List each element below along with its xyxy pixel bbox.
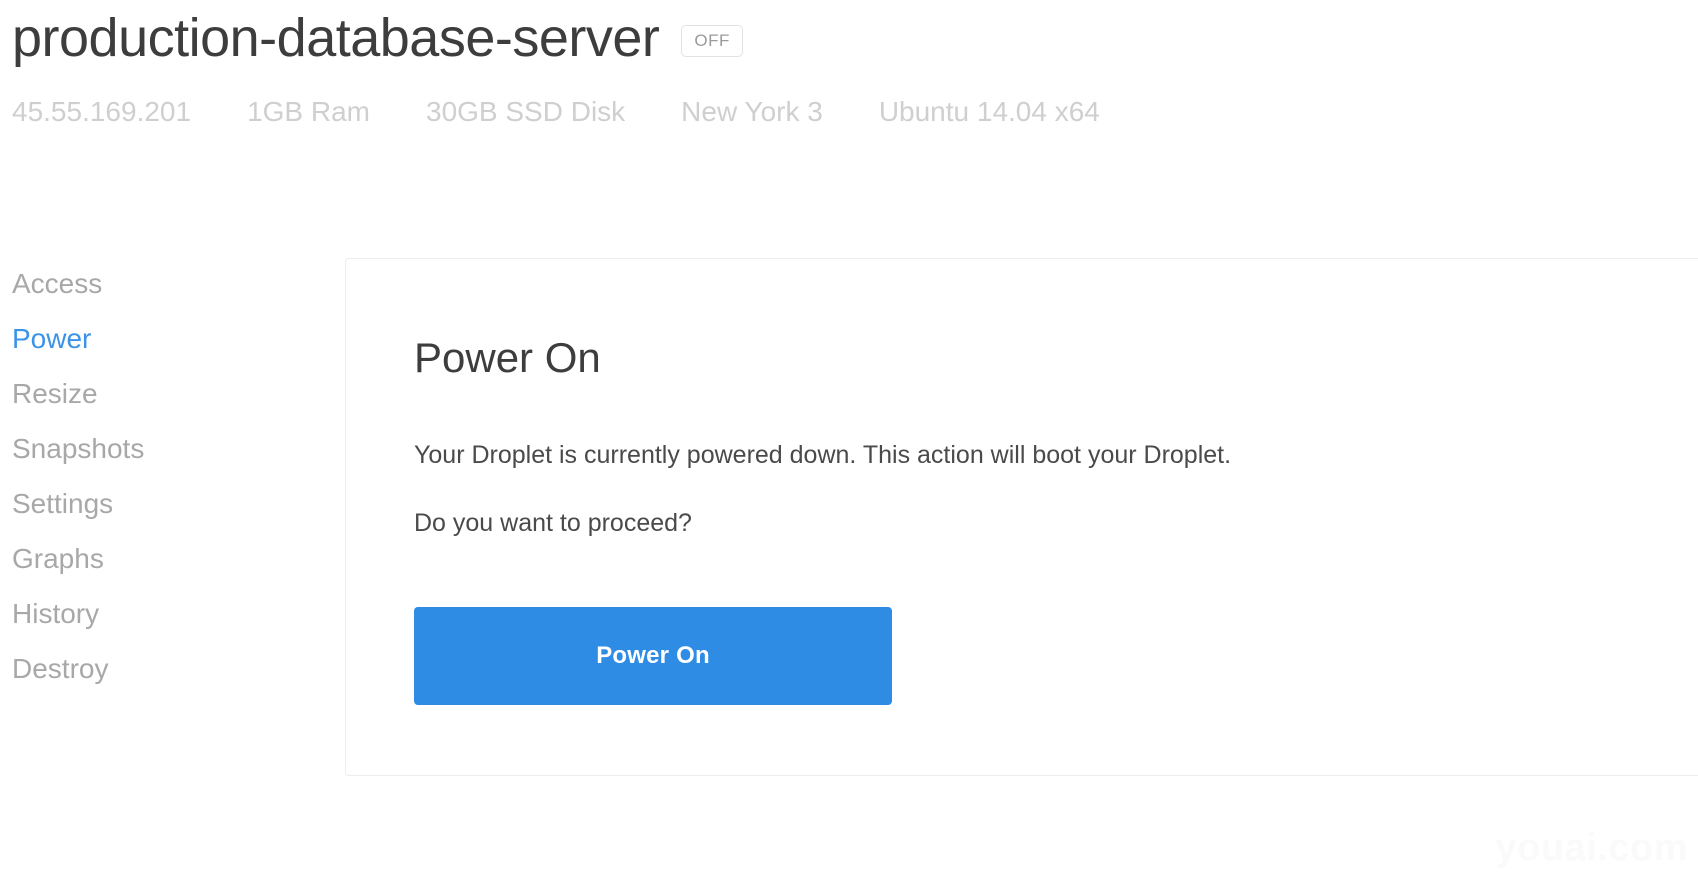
card-description-line-2: Do you want to proceed? — [414, 509, 692, 537]
card-title: Power On — [414, 334, 601, 381]
sidebar-item-destroy[interactable]: Destroy — [12, 655, 108, 683]
status-badge: OFF — [681, 25, 743, 57]
sidebar-item-snapshots[interactable]: Snapshots — [12, 435, 144, 463]
sidebar-item-graphs[interactable]: Graphs — [12, 545, 104, 573]
meta-memory: 1GB Ram — [247, 96, 370, 127]
meta-ip-address: 45.55.169.201 — [12, 96, 192, 127]
meta-disk: 30GB SSD Disk — [426, 96, 626, 127]
droplet-header: production-database-server OFF 45.55.169… — [0, 0, 1698, 128]
card-description-line-1: Your Droplet is currently powered down. … — [414, 441, 1232, 469]
power-on-button[interactable]: Power On — [414, 607, 892, 705]
content-area: Access Power Resize Snapshots Settings G… — [0, 258, 1698, 776]
meta-region: New York 3 — [681, 96, 823, 127]
meta-os: Ubuntu 14.04 x64 — [878, 96, 1100, 127]
droplet-sidebar-nav: Access Power Resize Snapshots Settings G… — [0, 258, 345, 776]
power-on-card: Power On Your Droplet is currently power… — [345, 258, 1698, 776]
sidebar-item-history[interactable]: History — [12, 600, 99, 628]
watermark: youai.com — [1495, 827, 1688, 869]
sidebar-item-settings[interactable]: Settings — [12, 490, 113, 518]
page-title: production-database-server — [12, 8, 660, 68]
sidebar-item-power[interactable]: Power — [12, 325, 91, 353]
sidebar-item-access[interactable]: Access — [12, 270, 102, 298]
droplet-meta-row: 45.55.169.201 1GB Ram 30GB SSD Disk New … — [0, 96, 1698, 128]
sidebar-item-resize[interactable]: Resize — [12, 380, 98, 408]
title-row: production-database-server OFF — [0, 0, 1698, 74]
